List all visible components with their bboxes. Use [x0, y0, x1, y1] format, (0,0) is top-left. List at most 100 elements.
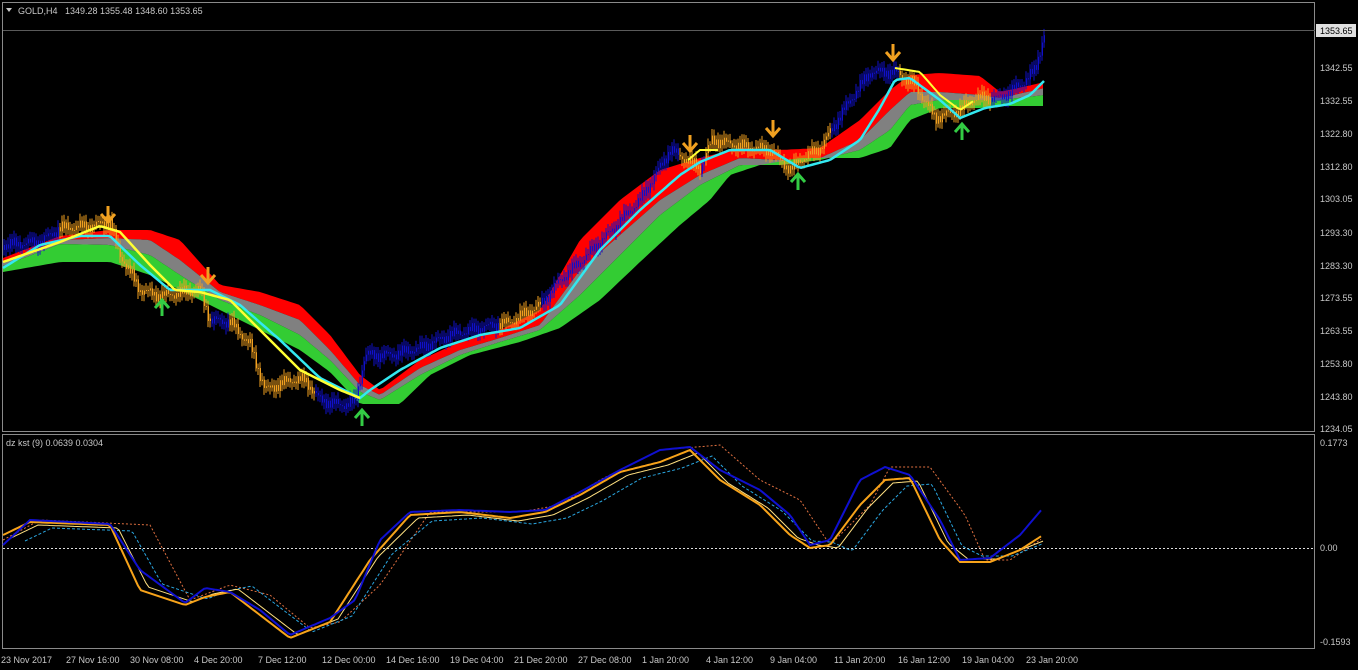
candle-body: [451, 331, 453, 337]
candle-body: [711, 135, 713, 145]
candle-body: [693, 158, 695, 165]
candle-body: [345, 403, 347, 409]
candle-body: [429, 343, 431, 350]
candle-body: [639, 198, 641, 201]
candle-body: [93, 224, 95, 227]
candle-body: [535, 306, 537, 310]
candle-body: [821, 147, 823, 149]
candle-body: [323, 399, 325, 403]
candle-body: [723, 137, 725, 146]
candle-body: [685, 158, 687, 163]
candle-body: [599, 243, 601, 249]
candle-body: [169, 293, 171, 295]
candle-body: [949, 111, 951, 114]
candle-body: [561, 279, 563, 282]
candle-body: [495, 323, 497, 332]
candle-body: [31, 237, 33, 243]
candle-body: [935, 112, 937, 124]
candle-body: [887, 70, 889, 79]
candle-body: [683, 159, 685, 163]
candle-body: [3, 245, 5, 250]
candle-body: [81, 220, 83, 228]
candle-body: [267, 385, 269, 387]
candle-body: [745, 142, 747, 148]
candle-body: [589, 246, 591, 255]
candle-body: [153, 291, 155, 296]
candle-body: [67, 222, 69, 230]
candle-body: [669, 151, 671, 155]
candle-body: [365, 354, 367, 362]
candle-body: [477, 325, 479, 335]
candle-body: [551, 290, 553, 294]
candle-body: [433, 341, 435, 343]
candle-body: [503, 318, 505, 324]
candle-body: [387, 352, 389, 354]
candle-body: [741, 139, 743, 149]
candle-body: [157, 294, 159, 302]
time-tick: 16 Jan 12:00: [898, 655, 950, 665]
candle-body: [827, 132, 829, 137]
arrow-down-icon: [681, 135, 699, 154]
candle-body: [33, 237, 35, 247]
candle-body: [1009, 91, 1011, 96]
arrow-up-icon: [353, 407, 371, 426]
candle-body: [245, 339, 247, 341]
time-axis: 23 Nov 2017 27 Nov 16:00 30 Nov 08:00 4 …: [1, 655, 1078, 665]
candle-body: [393, 354, 395, 358]
price-tick: 1322.80: [1320, 129, 1353, 139]
candle-body: [287, 378, 289, 382]
candle-body: [361, 370, 363, 384]
price-tick: 1263.55: [1320, 326, 1353, 336]
candle-body: [25, 243, 27, 246]
candle-body: [389, 352, 391, 354]
candle-body: [239, 333, 241, 335]
candle-body: [643, 190, 645, 196]
candle-body: [937, 116, 939, 124]
candle-body: [637, 198, 639, 208]
candle-body: [57, 227, 59, 237]
candle-body: [565, 277, 567, 281]
candle-body: [865, 74, 867, 82]
candle-body: [979, 93, 981, 99]
candle-body: [343, 406, 345, 409]
candle-body: [787, 165, 789, 174]
candle-body: [367, 350, 369, 355]
candle-body: [7, 244, 9, 249]
candle-body: [461, 335, 463, 337]
candle-body: [279, 380, 281, 391]
trading-chart[interactable]: GOLD,H4 1349.28 1355.48 1348.60 1353.65 …: [0, 0, 1358, 670]
candle-body: [845, 101, 847, 110]
arrow-up-icon: [789, 171, 807, 190]
time-tick: 19 Dec 04:00: [450, 655, 504, 665]
candle-body: [921, 93, 923, 101]
candle-body: [399, 350, 401, 356]
time-tick: 23 Nov 2017: [1, 655, 52, 665]
time-tick: 21 Dec 20:00: [514, 655, 568, 665]
candle-body: [273, 385, 275, 392]
candle-body: [347, 403, 349, 407]
indicator-tick: 0.00: [1320, 543, 1338, 553]
chart-menu-triangle-icon[interactable]: [6, 8, 12, 12]
candle-body: [165, 290, 167, 296]
candle-body: [171, 294, 173, 296]
candle-body: [523, 307, 525, 317]
candle-body: [819, 147, 821, 156]
candle-body: [363, 361, 365, 371]
candle-body: [663, 158, 665, 166]
candle-body: [269, 385, 271, 388]
candle-body: [805, 158, 807, 160]
candle-body: [139, 290, 141, 293]
moving-average-ribbon: [3, 73, 1043, 404]
candle-body: [15, 237, 17, 247]
candle-body: [847, 101, 849, 104]
candle-body: [289, 378, 291, 383]
candle-body: [383, 350, 385, 359]
candle-body: [327, 400, 329, 409]
candle-body: [829, 128, 831, 133]
candle-body: [593, 243, 595, 252]
candle-body: [673, 146, 675, 153]
candle-body: [839, 117, 841, 121]
candle-body: [259, 368, 261, 382]
indicator-label: dz kst (9) 0.0639 0.0304: [6, 438, 103, 448]
candle-body: [671, 146, 673, 155]
